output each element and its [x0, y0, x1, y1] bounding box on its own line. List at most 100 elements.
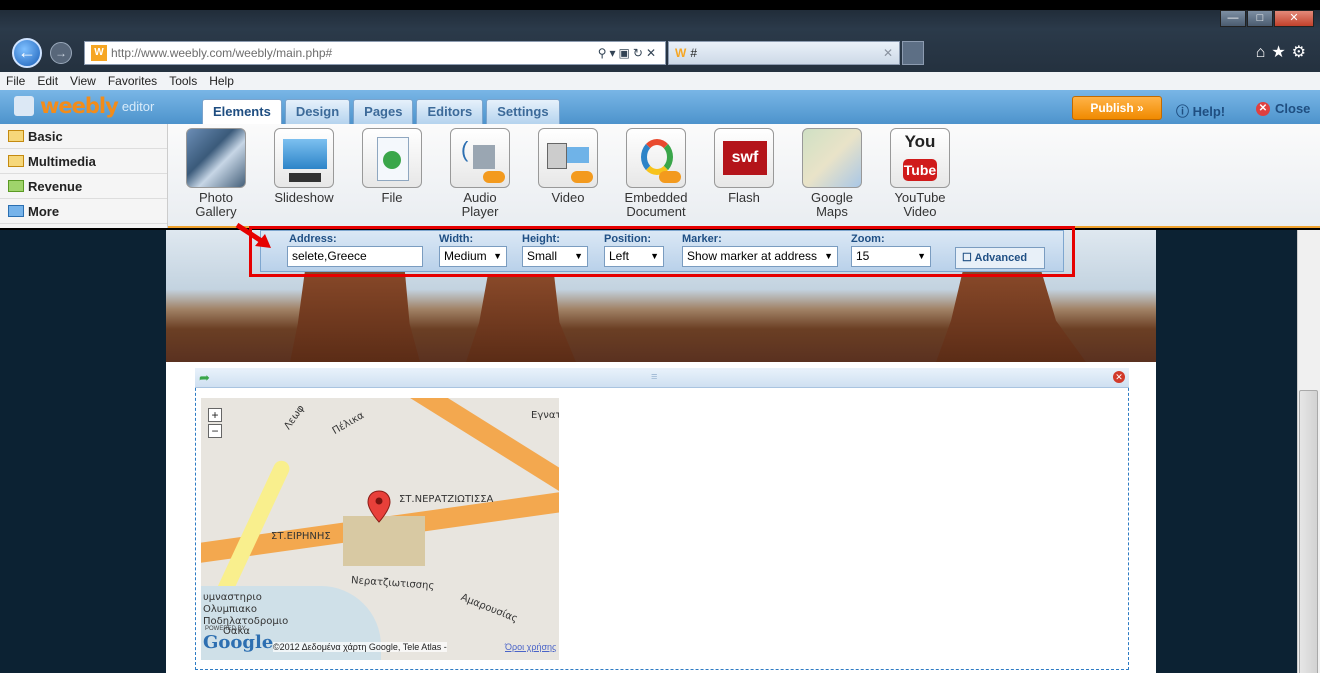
element-label: File	[381, 190, 403, 205]
menu-favorites[interactable]: Favorites	[108, 74, 157, 88]
youtube-you: You	[904, 132, 936, 151]
site-favicon: W	[91, 45, 107, 61]
category-basic[interactable]: Basic	[0, 124, 167, 149]
close-icon: ✕	[1256, 101, 1270, 116]
grip-icon[interactable]: ≡	[651, 371, 657, 383]
google-map[interactable]: + − ΣΤ.ΝΕΡΑΤΖΙΩΤΙΣΣΑ ΣΤ.ΕΙΡΗΝΗΣ Νερατζιω…	[201, 398, 559, 660]
home-icon[interactable]: ⌂	[1256, 44, 1272, 61]
category-revenue[interactable]: Revenue	[0, 174, 167, 199]
logo-text: weebly	[40, 94, 119, 118]
element-google-maps[interactable]: Google Maps	[788, 128, 876, 219]
butte-right	[936, 270, 1086, 362]
close-window-icon[interactable]: ✕	[1274, 10, 1314, 27]
tab-elements[interactable]: Elements	[202, 99, 282, 125]
url-text[interactable]: http://www.weebly.com/weebly/main.php#	[111, 46, 598, 60]
category-list: Basic Multimedia Revenue More	[0, 124, 168, 228]
category-more[interactable]: More	[0, 199, 167, 224]
delete-element-icon[interactable]: ✕	[1113, 371, 1125, 383]
element-slideshow[interactable]: Slideshow	[260, 128, 348, 219]
youtube-tube: Tube	[903, 159, 937, 181]
flash-badge: swf	[723, 141, 767, 175]
help-icon: ⓘ	[1176, 104, 1193, 119]
settings-gear-icon[interactable]: ⚙	[1292, 44, 1312, 61]
audio-player-icon: (	[450, 128, 510, 188]
revenue-icon	[8, 180, 24, 192]
map-terms-link[interactable]: Όροι χρήσης	[505, 642, 556, 652]
minimize-icon[interactable]: —	[1220, 10, 1246, 27]
map-label: Ολυμπιακο	[203, 604, 257, 615]
map-label: ΣΤ.ΝΕΡΑΤΖΙΩΤΙΣΣΑ	[399, 494, 494, 505]
element-file[interactable]: File	[348, 128, 436, 219]
menu-help[interactable]: Help	[209, 74, 234, 88]
help-label: Help!	[1192, 104, 1226, 119]
element-label: Maps	[816, 204, 848, 219]
embedded-document-icon	[626, 128, 686, 188]
map-zoom-in[interactable]: +	[208, 408, 222, 422]
browser-right-icons: ⌂★⚙	[1256, 42, 1312, 62]
logo-subtext: editor	[121, 98, 155, 114]
map-label: Πέλικα	[330, 410, 367, 437]
folder-icon	[8, 155, 24, 167]
category-label: Revenue	[28, 178, 83, 194]
category-label: More	[28, 203, 60, 219]
forward-button[interactable]: →	[50, 42, 72, 64]
element-label: Photo	[199, 190, 233, 205]
more-arrow-icon	[8, 205, 24, 217]
file-icon	[362, 128, 422, 188]
help-button[interactable]: ⓘ Help!	[1176, 101, 1225, 120]
tab-settings[interactable]: Settings	[486, 99, 560, 124]
weebly-logo[interactable]: weebly editor	[14, 94, 154, 118]
element-embedded-document[interactable]: Embedded Document	[612, 128, 700, 219]
tab-close-icon[interactable]: ✕	[883, 46, 893, 60]
element-photo-gallery[interactable]: Photo Gallery	[172, 128, 260, 219]
map-label: Νερατζιωτισσης	[350, 575, 435, 592]
folder-icon	[8, 130, 24, 142]
google-maps-icon	[802, 128, 862, 188]
element-audio-player[interactable]: ( Audio Player	[436, 128, 524, 219]
menu-edit[interactable]: Edit	[37, 74, 58, 88]
duplicate-arrow-icon[interactable]: ➦	[199, 370, 210, 386]
menu-view[interactable]: View	[70, 74, 96, 88]
element-video[interactable]: Video	[524, 128, 612, 219]
menu-bar: File Edit View Favorites Tools Help	[0, 72, 1320, 90]
element-palette: Photo Gallery Slideshow File ( Audio Pla…	[172, 128, 964, 219]
element-label: Slideshow	[274, 190, 334, 205]
video-icon	[538, 128, 598, 188]
tab-editors[interactable]: Editors	[416, 99, 484, 124]
tab-favicon: W	[675, 46, 687, 60]
map-label: Λεωφ	[282, 403, 307, 432]
element-label: Video	[903, 204, 937, 219]
map-marker-icon[interactable]	[367, 490, 391, 524]
element-label: Gallery	[195, 204, 237, 219]
browser-tab[interactable]: W # ✕	[668, 41, 900, 65]
element-label: YouTube	[894, 190, 946, 205]
element-label: Player	[461, 204, 499, 219]
tab-title: #	[690, 46, 698, 60]
element-label: Flash	[728, 190, 760, 205]
map-copyright: ©2012 Δεδομένα χάρτη Google, Tele Atlas …	[273, 642, 447, 652]
tab-design[interactable]: Design	[284, 99, 351, 124]
menu-tools[interactable]: Tools	[169, 74, 197, 88]
element-drag-handle[interactable]: ➦ ≡ ✕	[195, 368, 1129, 388]
new-tab-button[interactable]	[902, 41, 924, 65]
back-button[interactable]: ←	[12, 38, 42, 68]
element-label: Video	[551, 190, 585, 205]
menu-file[interactable]: File	[6, 74, 25, 88]
address-bar[interactable]: W http://www.weebly.com/weebly/main.php#…	[84, 41, 666, 65]
map-label: ΣΤ.ΕΙΡΗΝΗΣ	[271, 531, 331, 542]
highlight-box	[249, 226, 1075, 277]
favorites-star-icon[interactable]: ★	[1271, 44, 1291, 61]
element-youtube-video[interactable]: You Tube YouTube Video	[876, 128, 964, 219]
window-controls: — □ ✕	[1220, 10, 1314, 27]
flash-icon: swf	[714, 128, 774, 188]
address-tools-icons[interactable]: ⚲▾▣↻✕	[598, 46, 659, 60]
close-label: Close	[1275, 101, 1311, 116]
element-flash[interactable]: swf Flash	[700, 128, 788, 219]
scrollbar-thumb[interactable]	[1299, 390, 1318, 673]
close-editor-button[interactable]: ✕ Close	[1256, 101, 1310, 116]
map-zoom-out[interactable]: −	[208, 424, 222, 438]
category-multimedia[interactable]: Multimedia	[0, 149, 167, 174]
publish-button[interactable]: Publish »	[1072, 96, 1162, 120]
maximize-icon[interactable]: □	[1247, 10, 1273, 27]
tab-pages[interactable]: Pages	[353, 99, 414, 124]
